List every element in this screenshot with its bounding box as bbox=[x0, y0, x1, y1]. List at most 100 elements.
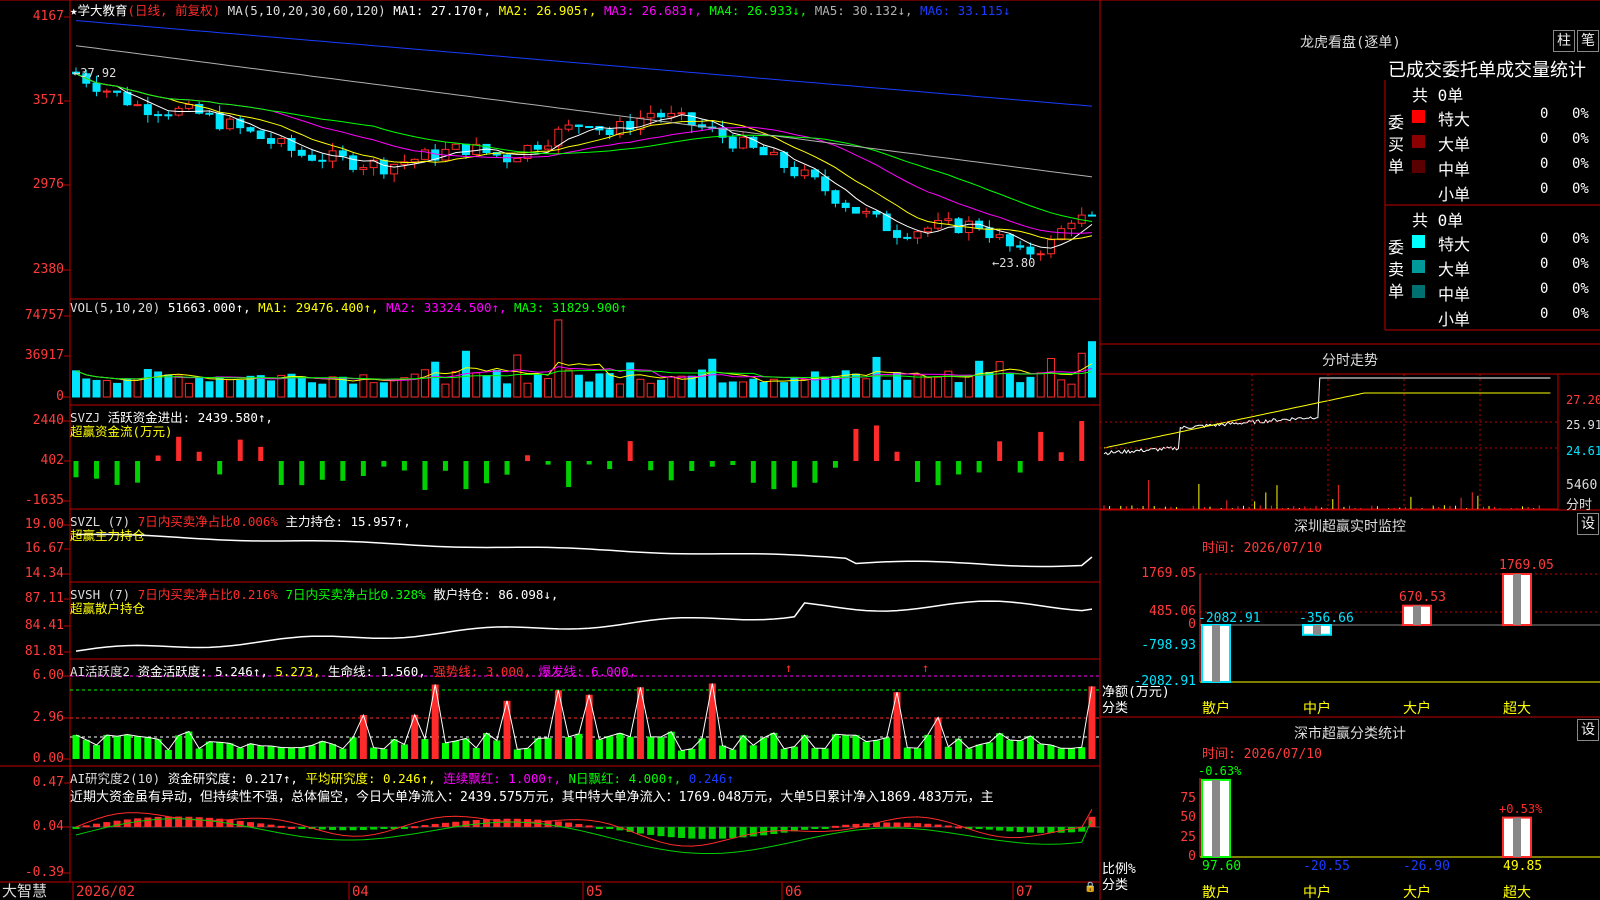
research-bar bbox=[831, 825, 839, 828]
activity-bar bbox=[626, 736, 634, 759]
activity-bar bbox=[524, 748, 532, 759]
research-bar bbox=[134, 818, 142, 827]
sz-monitor-bar-shade bbox=[1413, 605, 1421, 625]
buy-color-swatch bbox=[1412, 135, 1425, 148]
ai1-item-5: 爆发线: 6.000, bbox=[531, 664, 637, 679]
activity-bar bbox=[452, 740, 460, 759]
activity-bar bbox=[288, 747, 296, 759]
volume-bar bbox=[266, 380, 275, 398]
vol-ma-value-3: MA3: 31829.900↑ bbox=[506, 300, 627, 315]
sell-row-name: 中单 bbox=[1438, 285, 1471, 304]
research-bar bbox=[93, 823, 101, 827]
candle-body bbox=[143, 104, 152, 116]
ai2-title[interactable]: AI研究度2(10) bbox=[70, 771, 160, 786]
candle-body bbox=[390, 163, 399, 175]
activity-bar bbox=[657, 737, 665, 759]
volume-bar bbox=[780, 382, 789, 398]
research-bar bbox=[708, 827, 716, 839]
research-bar bbox=[1026, 827, 1034, 833]
intraday-price-high: 27.20 bbox=[1566, 393, 1600, 407]
candle-body bbox=[92, 82, 101, 92]
stock-title[interactable]: ★学大教育 bbox=[70, 3, 128, 18]
sz-monitor-ytick: -798.93 bbox=[1141, 638, 1196, 653]
buy-row-pct: 0% bbox=[1572, 131, 1589, 147]
candle-body bbox=[1016, 245, 1025, 248]
bar-mode-button[interactable]: 柱 bbox=[1553, 30, 1575, 52]
ai1-header: AI活跃度2 资金活跃度: 5.246↑, 5.273, 生命线: 1.560,… bbox=[70, 661, 636, 680]
candle-body bbox=[410, 158, 419, 163]
volume-bar bbox=[410, 373, 419, 398]
fund-flow-bar bbox=[1017, 461, 1023, 473]
tick-mode-button[interactable]: 笔 bbox=[1577, 30, 1599, 52]
activity-bar bbox=[749, 745, 757, 759]
lock-icon[interactable]: 🔒 bbox=[1084, 882, 1096, 893]
svzj-ytick: -1635 bbox=[24, 493, 64, 508]
volume-bar bbox=[72, 370, 80, 398]
activity-bar bbox=[862, 741, 870, 759]
research-bar bbox=[298, 827, 306, 829]
volume-bar bbox=[1026, 376, 1035, 398]
ai1-items: 资金活跃度: 5.246↑, 5.273, 生命线: 1.560, 强势线: 3… bbox=[138, 664, 637, 679]
ma-value-3: MA3: 26.683↑, bbox=[596, 3, 702, 18]
fund-flow-bar bbox=[976, 461, 982, 473]
volume-bar bbox=[1016, 382, 1025, 398]
volume-bar bbox=[882, 379, 891, 398]
sz-class-settings-button[interactable]: 设 bbox=[1577, 719, 1599, 741]
ma20-line bbox=[75, 73, 1093, 234]
sz-monitor-bar-label: 670.53 bbox=[1399, 589, 1446, 605]
volume-bar bbox=[615, 383, 624, 398]
fund-flow-bar bbox=[258, 446, 264, 461]
activity-bar bbox=[380, 748, 388, 759]
fund-flow-bar bbox=[627, 441, 633, 461]
activity-bar bbox=[616, 733, 624, 759]
buy-row-name: 大单 bbox=[1438, 135, 1471, 154]
intraday-title[interactable]: 分时走势 bbox=[1100, 350, 1600, 370]
ai1-item-2: 5.273, bbox=[267, 664, 321, 679]
candle-body bbox=[503, 154, 512, 163]
fund-flow-bar bbox=[832, 461, 838, 468]
main-holding-line bbox=[75, 533, 1093, 568]
chart-canvas[interactable]: ↑ ↑ bbox=[0, 0, 1600, 900]
vol-ma-value-1: MA1: 29476.400↑, bbox=[258, 300, 379, 315]
activity-bar bbox=[421, 739, 429, 759]
candle-body bbox=[872, 210, 881, 215]
fund-flow-bar bbox=[484, 461, 490, 484]
ma-value-4: MA4: 26.933↓, bbox=[701, 3, 808, 18]
volume-bar bbox=[872, 356, 881, 398]
fund-flow-bar bbox=[709, 461, 715, 467]
research-bar bbox=[801, 827, 809, 830]
vol-ma-values: MA1: 29476.400↑, MA2: 33324.500↑, MA3: 3… bbox=[258, 300, 627, 315]
ai1-title[interactable]: AI活跃度2 bbox=[70, 664, 130, 679]
volume-bar bbox=[913, 374, 922, 398]
volume-bar bbox=[174, 375, 183, 398]
period-mode[interactable]: (日线, 前复权) bbox=[128, 3, 221, 18]
volume-bar bbox=[195, 376, 204, 398]
activity-bar bbox=[883, 737, 891, 759]
ai2-item-5: 0.246↑ bbox=[681, 771, 734, 786]
ai1-item-1: 资金活跃度: 5.246↑, bbox=[137, 664, 268, 679]
sell-row-name: 大单 bbox=[1438, 260, 1471, 279]
svzl-item2: 主力持仓: 15.957↑, bbox=[285, 514, 411, 529]
activity-bar bbox=[1088, 686, 1096, 759]
candle-body bbox=[769, 151, 778, 156]
sz-monitor-ytick: 0 bbox=[1188, 617, 1196, 632]
volume-bar bbox=[308, 382, 317, 398]
research-bar bbox=[698, 827, 706, 839]
vol-title[interactable]: VOL(5,10,20) bbox=[70, 300, 160, 315]
sz-monitor-settings-button[interactable]: 设 bbox=[1577, 513, 1599, 535]
research-bar bbox=[144, 817, 152, 827]
ma-value-5: MA5: 30.132↓, bbox=[807, 3, 913, 18]
activity-bar bbox=[216, 742, 224, 759]
fund-flow-bar bbox=[791, 461, 797, 488]
retail-holding-line bbox=[75, 600, 1093, 652]
candle-body bbox=[759, 146, 768, 156]
ma10-line bbox=[75, 73, 1093, 240]
fund-flow-bar bbox=[237, 439, 243, 461]
fund-flow-bar bbox=[340, 461, 346, 481]
research-bar bbox=[914, 823, 922, 827]
candle-body bbox=[810, 169, 819, 178]
buy-row-name: 小单 bbox=[1438, 185, 1471, 204]
fund-flow-bar bbox=[196, 451, 202, 461]
fund-flow-bar bbox=[771, 461, 777, 490]
fund-flow-bar bbox=[730, 461, 736, 466]
